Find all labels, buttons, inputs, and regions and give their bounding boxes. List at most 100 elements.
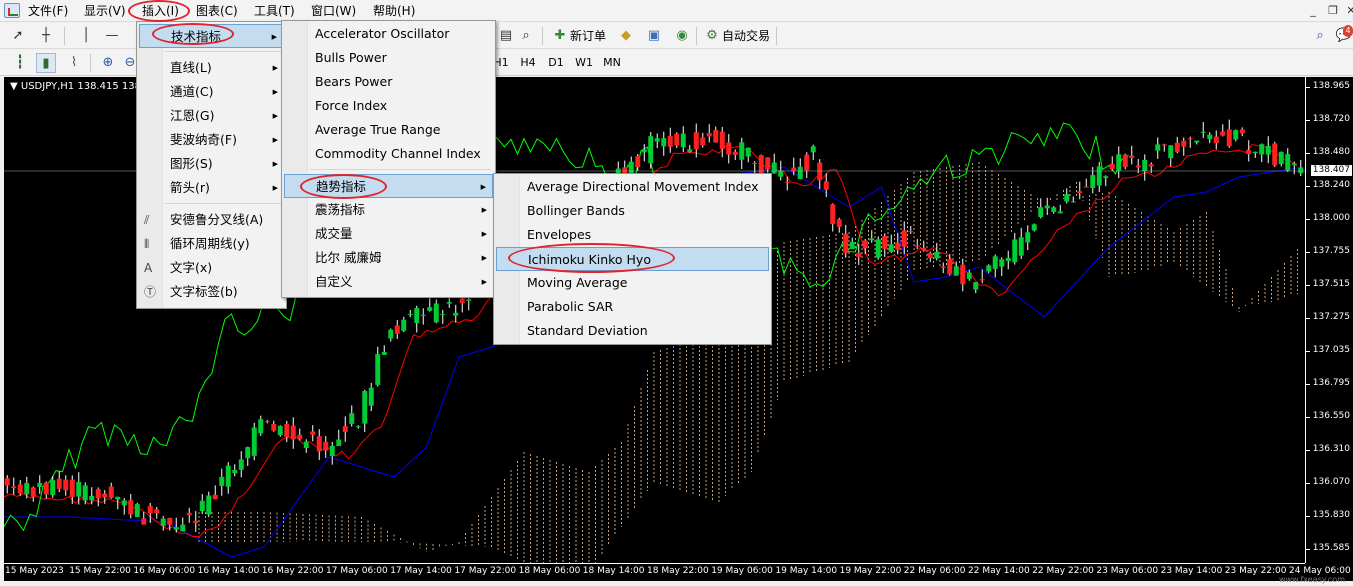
candle-body bbox=[466, 299, 472, 302]
price-tick-label: 137.515 bbox=[1312, 279, 1350, 289]
timeframe-w1[interactable]: W1 bbox=[571, 53, 597, 73]
crosshair-icon[interactable]: ┼ bbox=[36, 26, 56, 46]
indicators-item-4[interactable]: Average True Range bbox=[284, 118, 493, 142]
history-center-icon[interactable]: ▣ bbox=[644, 26, 664, 46]
zoom-in-icon[interactable]: ⊕ bbox=[98, 53, 118, 73]
candle-body bbox=[914, 245, 920, 247]
trend-item-6[interactable]: Standard Deviation bbox=[496, 319, 769, 343]
menu-item-label: 箭头(r) bbox=[170, 180, 210, 195]
candle-body bbox=[823, 181, 829, 190]
indicators-item-10[interactable]: 自定义 ▶ bbox=[284, 270, 493, 294]
search-icon[interactable]: ⌕ bbox=[1310, 26, 1330, 46]
submenu-arrow-icon: ▶ bbox=[481, 278, 487, 286]
insert-item-8[interactable]: ⦀ 循环周期线(y) bbox=[139, 232, 284, 256]
line-chart-icon[interactable]: ⌇ bbox=[64, 53, 84, 73]
bar-chart-icon[interactable]: ┇ bbox=[10, 53, 30, 73]
menu-file[interactable]: 文件(F) bbox=[28, 3, 68, 20]
candle-body bbox=[206, 495, 212, 515]
indicators-item-0[interactable]: Accelerator Oscillator bbox=[284, 22, 493, 46]
new-order-button[interactable]: 新订单 bbox=[570, 26, 606, 46]
menu-view[interactable]: 显示(V) bbox=[84, 3, 126, 20]
time-axis[interactable]: 15 May 2023 15 May 22:00 16 May 06:00 16 Ma… bbox=[4, 563, 1351, 581]
new-order-icon[interactable]: ✚ bbox=[550, 26, 570, 46]
submenu-arrow-icon: ▶ bbox=[271, 33, 277, 41]
auto-trading-button[interactable]: 自动交易 bbox=[722, 26, 770, 46]
candle-body bbox=[1187, 138, 1193, 140]
candle-body bbox=[661, 138, 667, 147]
candle-body bbox=[726, 142, 732, 155]
auto-trading-icon[interactable]: ⚙ bbox=[702, 26, 722, 46]
indicators-item-8[interactable]: 成交量 ▶ bbox=[284, 222, 493, 246]
insert-item-4[interactable]: 斐波纳奇(F) ▶ bbox=[139, 128, 284, 152]
candle-body bbox=[1122, 154, 1128, 168]
trend-item-1[interactable]: Bollinger Bands bbox=[496, 199, 769, 223]
horizontal-line-icon[interactable]: — bbox=[102, 26, 122, 46]
candle-body bbox=[141, 518, 147, 525]
trend-item-4[interactable]: Moving Average bbox=[496, 271, 769, 295]
candle-body bbox=[862, 240, 868, 249]
minimize-icon[interactable]: _ bbox=[1306, 4, 1320, 18]
trend-item-3[interactable]: Ichimoku Kinko Hyo bbox=[496, 247, 769, 271]
candle-body bbox=[329, 445, 335, 456]
gold-icon[interactable]: ◆ bbox=[616, 26, 636, 46]
time-tick-label: 17 May 06:00 bbox=[326, 566, 388, 576]
zoom-chart-icon[interactable]: ⌕ bbox=[516, 26, 536, 46]
indicators-item-1[interactable]: Bulls Power bbox=[284, 46, 493, 70]
insert-item-6[interactable]: 箭头(r) ▶ bbox=[139, 176, 284, 200]
insert-item-3[interactable]: 江恩(G) ▶ bbox=[139, 104, 284, 128]
menu-charts[interactable]: 图表(C) bbox=[196, 3, 238, 20]
candle-body bbox=[186, 512, 192, 516]
candle-body bbox=[95, 489, 101, 499]
menu-help[interactable]: 帮助(H) bbox=[373, 3, 415, 20]
vertical-line-icon[interactable]: │ bbox=[76, 26, 96, 46]
candle-body bbox=[134, 504, 140, 518]
insert-item-9[interactable]: A 文字(x) bbox=[139, 256, 284, 280]
trend-item-0[interactable]: Average Directional Movement Index bbox=[496, 175, 769, 199]
menu-window[interactable]: 窗口(W) bbox=[311, 3, 356, 20]
candlestick-icon[interactable]: ▮ bbox=[36, 53, 56, 73]
candle-body bbox=[82, 485, 88, 501]
indicators-item-2[interactable]: Bears Power bbox=[284, 70, 493, 94]
timeframe-d1[interactable]: D1 bbox=[543, 53, 569, 73]
indicators-item-3[interactable]: Force Index bbox=[284, 94, 493, 118]
indicators-item-9[interactable]: 比尔 威廉姆 ▶ bbox=[284, 246, 493, 270]
insert-item-1[interactable]: 直线(L) ▶ bbox=[139, 56, 284, 80]
menu-insert[interactable]: 插入(I) bbox=[142, 3, 179, 20]
submenu-arrow-icon: ▶ bbox=[272, 136, 278, 144]
candle-body bbox=[739, 142, 745, 160]
price-tick-label: 138.965 bbox=[1312, 81, 1350, 91]
trend-item-5[interactable]: Parabolic SAR bbox=[496, 295, 769, 319]
signals-icon[interactable]: ◉ bbox=[672, 26, 692, 46]
candle-body bbox=[784, 181, 790, 183]
candle-body bbox=[251, 427, 257, 456]
indicators-item-7[interactable]: 震荡指标 ▶ bbox=[284, 198, 493, 222]
chart-window-icon[interactable]: ▤ bbox=[496, 26, 516, 46]
candle-body bbox=[89, 495, 95, 501]
indicators-item-5[interactable]: Commodity Channel Index bbox=[284, 142, 493, 166]
insert-item-2[interactable]: 通道(C) ▶ bbox=[139, 80, 284, 104]
candle-body bbox=[69, 479, 75, 497]
candle-body bbox=[921, 248, 927, 251]
insert-item-5[interactable]: 图形(S) ▶ bbox=[139, 152, 284, 176]
candle-body bbox=[940, 266, 946, 268]
candle-body bbox=[797, 166, 803, 179]
candle-body bbox=[960, 264, 966, 285]
close-icon[interactable]: ✕ bbox=[1344, 4, 1353, 18]
insert-item-7[interactable]: ⫽ 安德鲁分叉线(A) bbox=[139, 208, 284, 232]
cursor-icon[interactable]: ➚ bbox=[8, 26, 28, 46]
trend-item-2[interactable]: Envelopes bbox=[496, 223, 769, 247]
timeframe-mn[interactable]: MN bbox=[599, 53, 625, 73]
time-tick-label: 15 May 22:00 bbox=[69, 566, 131, 576]
candle-body bbox=[1051, 207, 1057, 212]
restore-icon[interactable]: ❐ bbox=[1326, 4, 1340, 18]
timeframe-h4[interactable]: H4 bbox=[515, 53, 541, 73]
price-tick-label: 138.000 bbox=[1312, 213, 1350, 223]
price-tick-label: 138.480 bbox=[1312, 147, 1350, 157]
insert-item-10[interactable]: Ⓣ 文字标签(b) bbox=[139, 280, 284, 304]
indicators-item-6[interactable]: 趋势指标 ▶ bbox=[284, 174, 493, 198]
insert-item-0[interactable]: 技术指标 ▶ bbox=[139, 24, 284, 48]
candle-body bbox=[654, 138, 660, 142]
time-tick-label: 22 May 22:00 bbox=[1032, 566, 1094, 576]
menu-tools[interactable]: 工具(T) bbox=[254, 3, 295, 20]
price-scale[interactable]: 138.965 138.720 138.480 138.240 138.000 137.7… bbox=[1305, 77, 1353, 563]
